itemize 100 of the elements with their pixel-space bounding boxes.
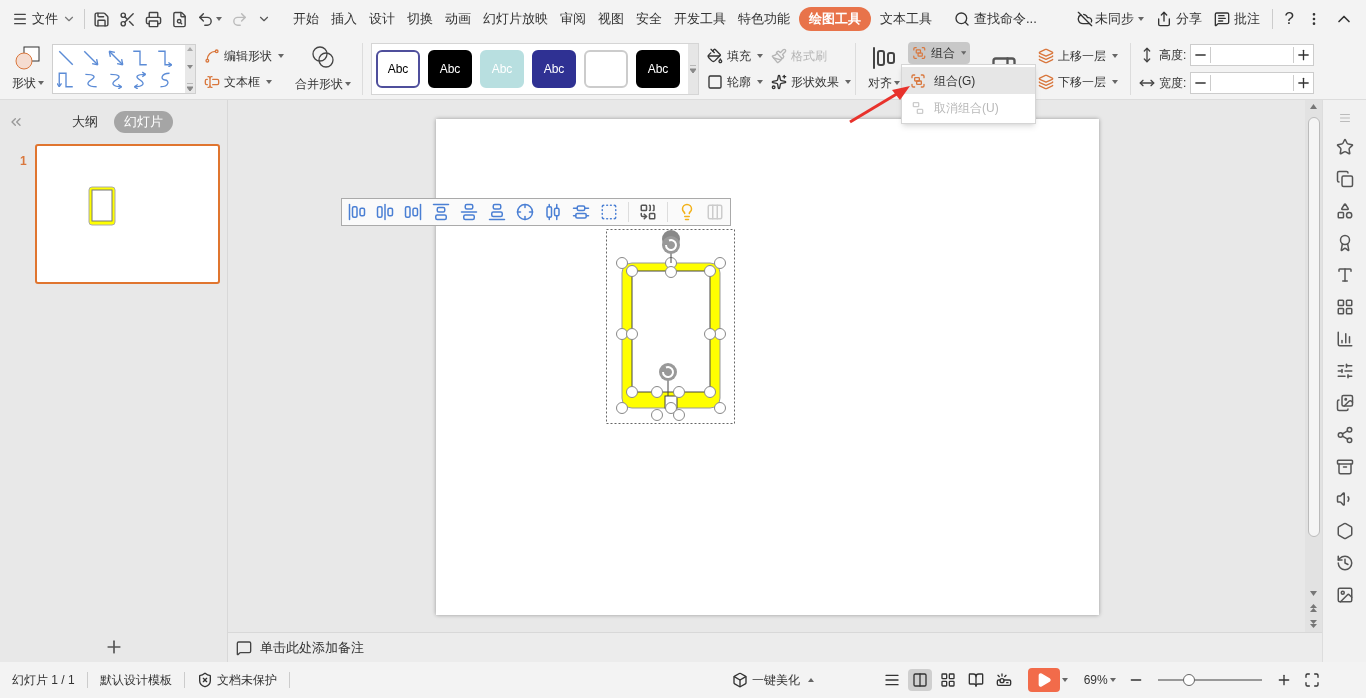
align-middle-icon[interactable] [460, 203, 478, 221]
printer-icon[interactable] [145, 10, 162, 28]
caret-icon [960, 50, 966, 55]
share-icon[interactable] [1335, 426, 1354, 444]
crosshair-icon[interactable] [516, 203, 534, 221]
connector-icon[interactable] [81, 48, 100, 67]
menu-item[interactable]: 组合(G) [902, 67, 1035, 94]
shape-style-swatch[interactable]: Abc [636, 49, 680, 88]
align-left-icon[interactable] [348, 203, 366, 221]
next-slide-icon[interactable] [1310, 620, 1317, 628]
caret-icon [345, 81, 351, 86]
distribute-vertical-icon[interactable] [572, 203, 590, 221]
shape-style-gallery[interactable]: Abc Abc Abc Abc Abc [371, 42, 699, 95]
star-icon[interactable] [1335, 138, 1354, 156]
align-right-icon[interactable] [404, 203, 422, 221]
sync-button[interactable]: 未同步 [1076, 9, 1144, 29]
ribbon-tab[interactable]: 开发工具 [668, 7, 732, 31]
caret-icon [1061, 678, 1068, 682]
rotate-handle-icon[interactable] [662, 230, 680, 264]
comment-button[interactable]: 批注 [1213, 9, 1260, 29]
align-bottom-icon[interactable] [488, 203, 506, 221]
distribute-horizontal-icon[interactable] [544, 203, 562, 221]
connector-icon[interactable] [106, 48, 125, 67]
vertical-scrollbar[interactable] [1305, 100, 1322, 632]
shape-effects-button[interactable]: 形状效果 [771, 72, 851, 91]
archive-icon[interactable] [1335, 458, 1354, 476]
connector-icon[interactable] [156, 48, 175, 67]
panel-tab[interactable]: 大纲 [68, 112, 102, 132]
scroll-up-icon[interactable] [1310, 104, 1317, 109]
shape-style-swatch[interactable]: Abc [428, 49, 472, 88]
zoom-menu[interactable]: 69% [1083, 671, 1116, 689]
shape-button[interactable]: 形状 [8, 45, 48, 92]
scissors-icon[interactable] [119, 10, 136, 28]
connector-icon[interactable] [57, 48, 75, 67]
align-top-icon[interactable] [432, 203, 450, 221]
connector-icon[interactable] [57, 70, 75, 89]
copy-icon[interactable] [1335, 170, 1354, 188]
edit-shape-button[interactable]: 编辑形状 [204, 46, 288, 65]
shape-style-swatch[interactable] [584, 49, 628, 88]
bring-forward-button[interactable]: 上移一层 [1038, 46, 1122, 65]
lines-icon[interactable] [883, 672, 900, 688]
slide-thumbnail[interactable] [34, 144, 220, 284]
ribbon-tab[interactable]: 插入 [325, 7, 363, 31]
ribbon-tab[interactable]: 视图 [592, 7, 630, 31]
sliders-icon[interactable] [1335, 362, 1354, 380]
command-search[interactable]: 查找命令... [954, 9, 1037, 29]
ribbon-tab[interactable]: 安全 [630, 7, 668, 31]
align-button[interactable]: 对齐 [864, 45, 904, 92]
rotate-handle-icon[interactable] [659, 363, 677, 397]
play-button[interactable] [1027, 668, 1060, 692]
align-center-icon[interactable] [376, 203, 394, 221]
fill-button[interactable]: 填充 [707, 46, 763, 65]
ribbon-tab[interactable]: 切换 [401, 7, 439, 31]
gallery-more-icon[interactable] [688, 43, 698, 94]
line-shape-gallery[interactable] [52, 43, 196, 94]
type-icon[interactable] [1335, 266, 1354, 284]
group-button[interactable]: 组合 [908, 41, 970, 64]
shape-style-swatch[interactable]: Abc [376, 49, 420, 88]
save-icon[interactable] [93, 10, 110, 28]
scroll-down-icon[interactable] [1310, 591, 1317, 596]
ribbon-tab[interactable]: 设计 [363, 7, 401, 31]
share-button[interactable]: 分享 [1155, 9, 1202, 29]
grid-icon[interactable] [1335, 298, 1354, 316]
normal-view-icon[interactable] [907, 669, 932, 691]
ribbon-tab[interactable]: 审阅 [554, 7, 592, 31]
frame-icon[interactable] [600, 203, 618, 221]
ribbon-tab[interactable]: 幻灯片放映 [477, 7, 554, 31]
shapes-icon[interactable] [1335, 202, 1354, 220]
file-menu[interactable]: 文件 [12, 9, 76, 29]
ribbon-tab[interactable]: 特色功能 [732, 7, 796, 31]
chart-icon[interactable] [1335, 330, 1354, 348]
layers-icon [1038, 47, 1054, 64]
connector-icon[interactable] [131, 48, 150, 67]
images-icon[interactable] [1335, 394, 1354, 412]
preview-icon[interactable] [171, 10, 188, 28]
hexagon-icon[interactable] [1335, 522, 1354, 540]
shape-style-swatch[interactable]: Abc [532, 49, 576, 88]
merge-shapes-button[interactable]: 合并形状 [292, 44, 354, 93]
ribbon-tab[interactable]: 动画 [439, 7, 477, 31]
fit-window-icon[interactable] [1303, 672, 1320, 688]
height-spin-field[interactable] [1190, 43, 1315, 66]
ribbon-tab[interactable]: 文本工具 [874, 7, 938, 31]
previous-slide-icon[interactable] [1310, 604, 1317, 612]
undo-icon[interactable] [197, 10, 214, 28]
text-box-button[interactable]: 文本框 [204, 72, 288, 91]
shield-icon [196, 672, 213, 688]
history-icon[interactable] [1335, 554, 1354, 572]
help-button[interactable]: ? [1284, 6, 1294, 32]
edit-points-icon [204, 47, 220, 64]
width-spin-field[interactable] [1190, 71, 1315, 94]
beautify-button[interactable]: 一键美化 [731, 671, 814, 689]
gallery-scroll-arrows-icon[interactable] [185, 44, 195, 93]
image-icon[interactable] [1335, 586, 1354, 604]
ribbon-tab[interactable]: 开始 [287, 7, 325, 31]
send-backward-button[interactable]: 下移一层 [1038, 72, 1122, 91]
resize-handles[interactable] [616, 257, 726, 421]
group-icon[interactable] [639, 203, 657, 221]
outline-button[interactable]: 轮廓 [707, 72, 763, 91]
zoom-slider-thumb[interactable] [1182, 674, 1195, 686]
notes-field[interactable]: 单击此处添加备注 [260, 637, 364, 658]
